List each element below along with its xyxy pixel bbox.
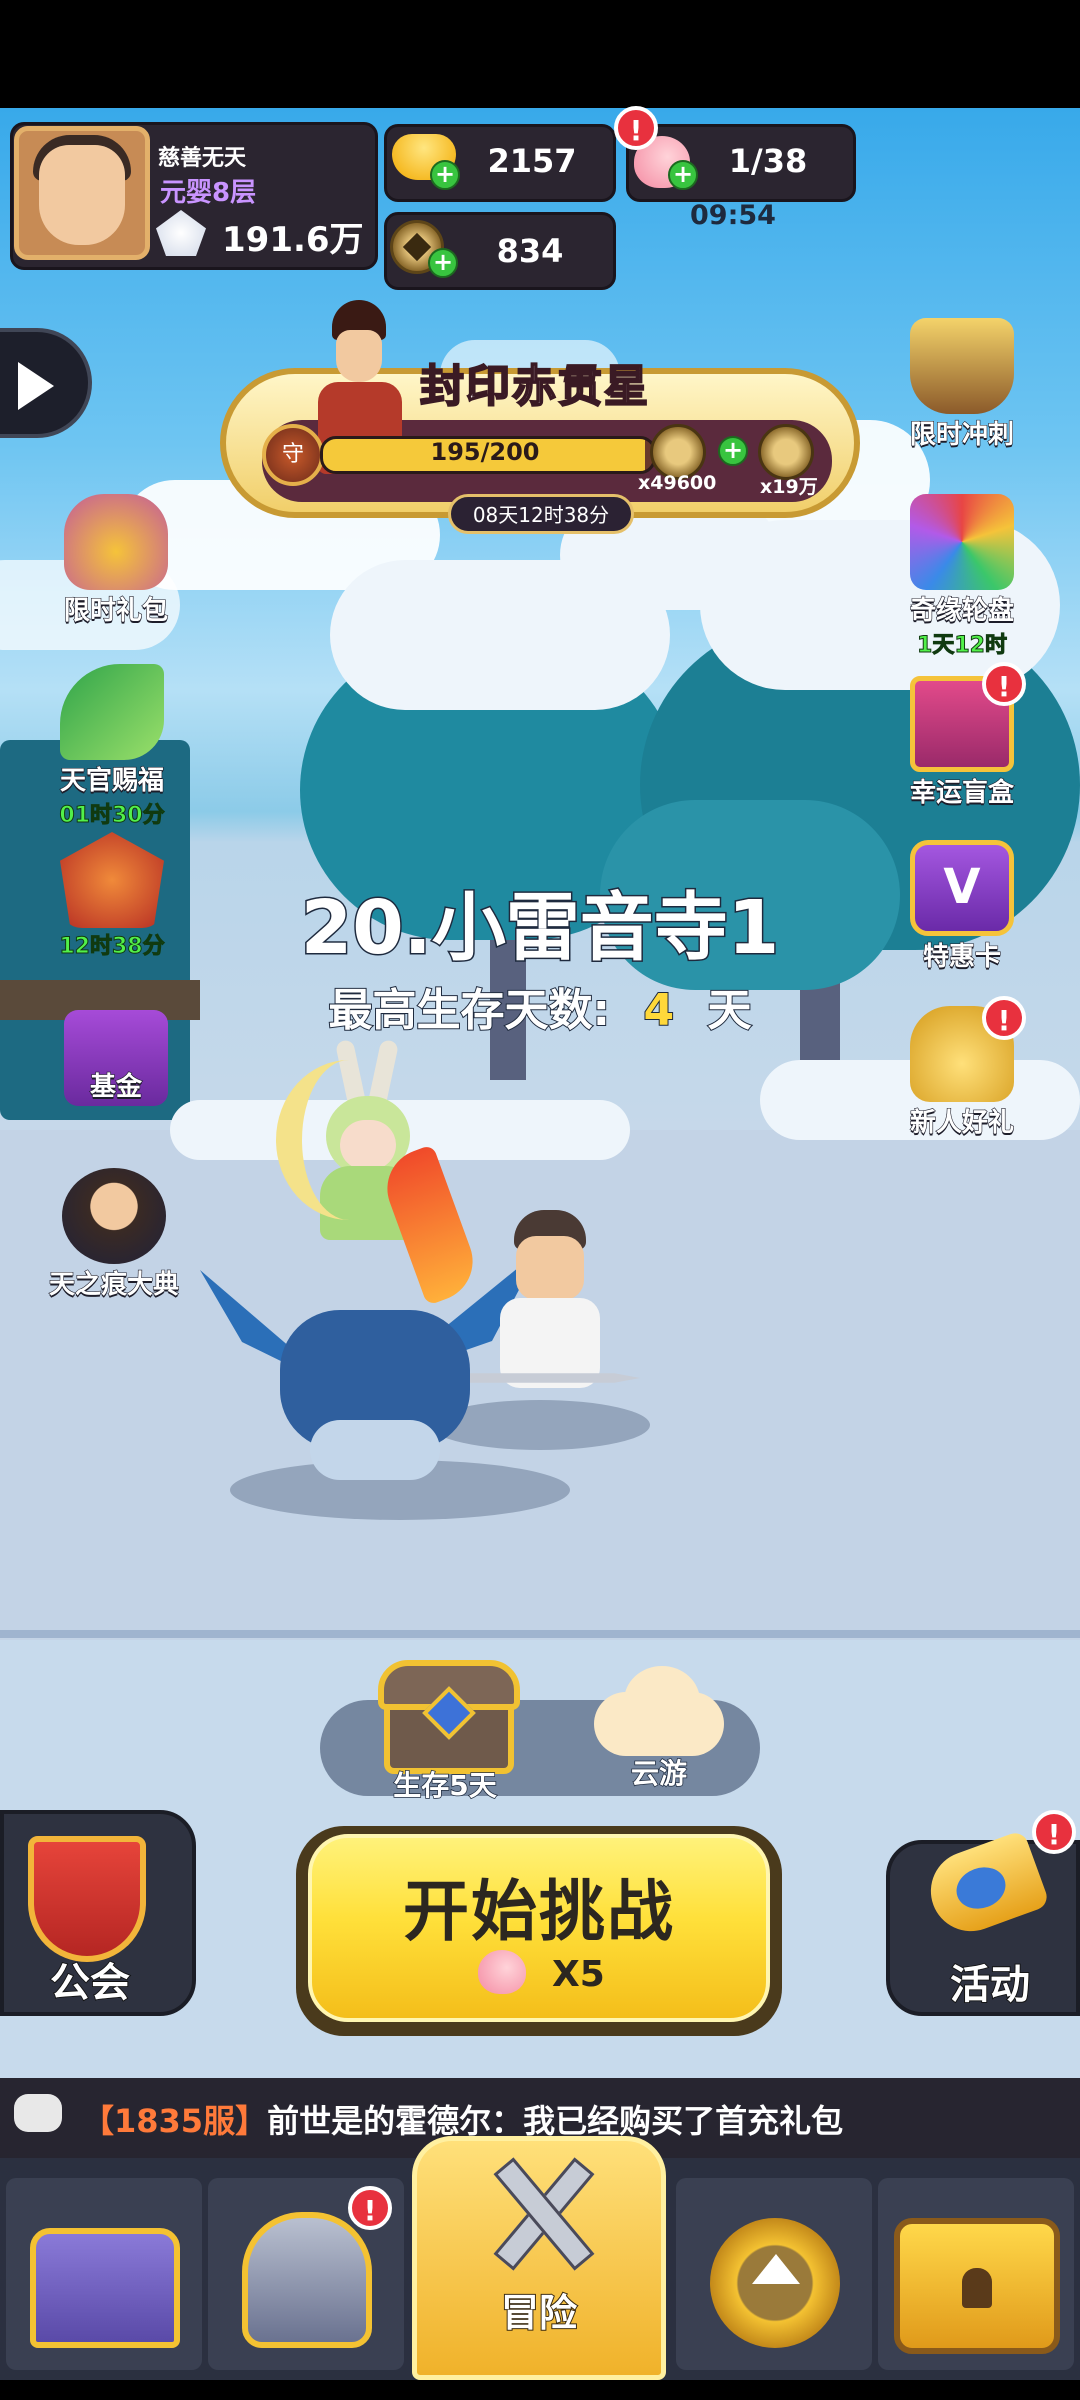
add-gold-icon[interactable]: + [430, 160, 460, 190]
days-label: 最高生存天数: [328, 984, 612, 1037]
start-cost: X5 [552, 1954, 605, 1995]
stamina-timer: 09:54 [690, 200, 776, 231]
side-label: 限时礼包 [63, 595, 168, 626]
side-label: 新人好礼 [909, 1107, 1014, 1138]
swordsman-character [470, 1210, 640, 1420]
cloud-icon [624, 1666, 700, 1736]
add-coin-icon[interactable]: + [428, 248, 458, 278]
player-name: 慈善无天 [158, 146, 247, 171]
days-value: 4 [642, 984, 675, 1037]
chat-server: 【1835服】 [82, 2102, 268, 2140]
fan-icon [60, 664, 164, 760]
side-label: 基金 [89, 1071, 142, 1102]
event-cost-1: x49600 [638, 472, 717, 494]
stamina-amount: 1/38 [728, 142, 808, 180]
side-label: 幸运盲盒 [909, 777, 1014, 808]
side-timer: 01时30分 [59, 803, 165, 829]
chat-bubble-icon[interactable] [14, 2094, 62, 2132]
side-timer: 1天12时 [917, 633, 1008, 659]
avatar[interactable] [14, 126, 150, 260]
blessing-item[interactable]: 天官赐福 01时30分 [32, 664, 192, 829]
cloud-label: 云游 [630, 1756, 688, 1791]
system-nav-strip [0, 2380, 1080, 2400]
lucky-wheel-item[interactable]: 奇缘轮盘 1天12时 [882, 494, 1042, 659]
activity-label: 活动 [949, 1961, 1031, 2009]
status-bar [0, 0, 1080, 108]
event-cost-2: x19万 [760, 476, 818, 498]
gift-bag-icon [64, 494, 168, 590]
shield-icon: 守 [262, 424, 324, 486]
horn-icon [900, 1806, 1051, 1943]
event-title: 封印赤贯星 [419, 360, 650, 413]
limited-gift-item[interactable]: 限时礼包 [36, 494, 196, 627]
guild-banner-icon [14, 1822, 160, 1962]
side-label: 限时冲刺 [909, 419, 1014, 450]
peach-icon [478, 1950, 526, 1994]
ground-edge [0, 1630, 1080, 1638]
add-stamina-icon[interactable]: + [668, 160, 698, 190]
side-label: 奇缘轮盘 [909, 595, 1014, 626]
stamina-alert-badge: ! [614, 106, 658, 150]
hero-portrait-icon [62, 1168, 166, 1264]
add-cost-icon[interactable]: + [718, 436, 748, 466]
survival-chest[interactable] [374, 1660, 524, 1780]
equipment-alert-badge: ! [348, 2186, 392, 2230]
travel-cloud-button[interactable] [584, 1662, 734, 1762]
event-progress-text: 195/200 [430, 438, 540, 466]
blind-box-alert-badge: ! [982, 662, 1026, 706]
sky-scar-item[interactable]: 天之痕大典 [34, 1168, 194, 1301]
stage-title: 20.小雷音寺1 [299, 884, 781, 973]
wheel-icon [910, 494, 1014, 590]
gold-amount: 2157 [487, 142, 577, 180]
limited-sprint-item[interactable]: 限时冲刺 [882, 318, 1042, 451]
nav-upgrade[interactable] [676, 2178, 872, 2370]
hourglass-icon [910, 318, 1014, 414]
nav-treasure[interactable] [878, 2178, 1074, 2370]
chest-label: 生存5天 [393, 1768, 498, 1803]
helmet-armor-icon [242, 2212, 372, 2348]
side-label: 天之痕大典 [48, 1269, 179, 1300]
nav-adventure-label: 冒险 [500, 2290, 578, 2336]
shop-icon [30, 2228, 180, 2348]
start-challenge-label: 开始挑战 [403, 1873, 675, 1950]
nav-adventure[interactable] [412, 2136, 666, 2380]
side-label: 天官赐福 [59, 765, 164, 796]
combat-power: 191.6万 [222, 220, 364, 260]
days-unit: 天 [706, 984, 752, 1037]
nav-shop[interactable] [6, 2178, 202, 2370]
best-survival-days: 最高生存天数: 4 天 [0, 974, 1080, 1038]
event-timer: 08天12时38分 [448, 494, 634, 534]
crossed-swords-icon [481, 2151, 599, 2271]
cultivation-realm: 元婴8层 [160, 178, 257, 208]
guild-label: 公会 [49, 1959, 131, 2007]
chat-content: 前世是的霍德尔：我已经购买了首充礼包 [267, 2102, 844, 2140]
coin-amount: 834 [496, 232, 564, 270]
activity-alert-badge: ! [1032, 1810, 1076, 1854]
